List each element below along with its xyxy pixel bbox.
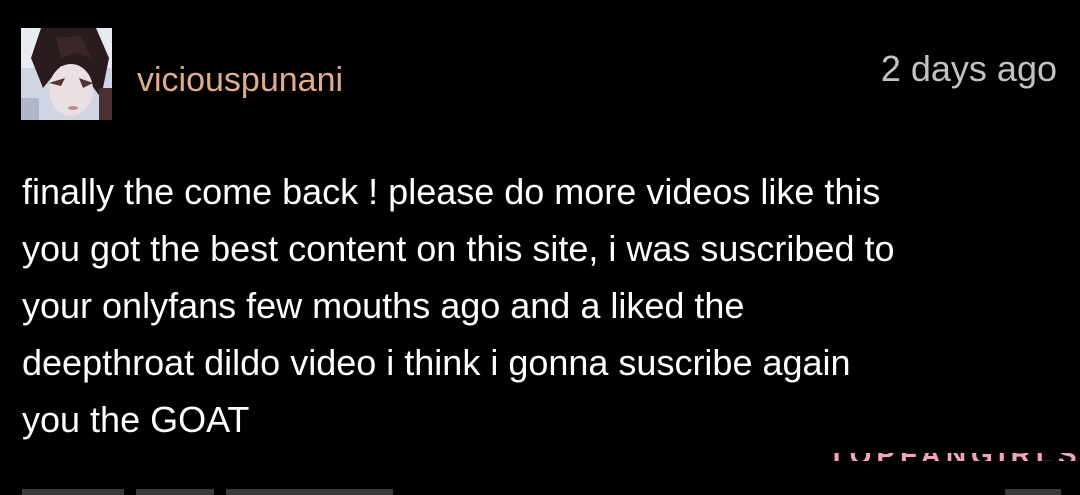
- timestamp: 2 days ago: [880, 48, 1057, 89]
- comment-line: finally the come back ! please do more v…: [22, 171, 881, 212]
- comment-line: you got the best content on this site, i…: [22, 228, 895, 269]
- watermark-text: TOPFANGIRLS: [828, 453, 1078, 461]
- username[interactable]: viciouspunani: [137, 56, 343, 104]
- comment-body: finally the come back ! please do more v…: [22, 163, 1062, 448]
- action-button[interactable]: [136, 489, 214, 495]
- action-button[interactable]: [22, 489, 124, 495]
- avatar-image: [21, 28, 112, 120]
- action-button[interactable]: [1005, 489, 1061, 495]
- comment-line: your onlyfans few mouths ago and a liked…: [22, 285, 745, 326]
- comment-card: viciouspunani 2 days ago finally the com…: [0, 0, 1080, 495]
- action-button[interactable]: [226, 489, 393, 495]
- avatar[interactable]: [21, 28, 112, 120]
- watermark: TOPFANGIRLS: [828, 453, 1078, 461]
- comment-line: deepthroat dildo video i think i gonna s…: [22, 342, 851, 383]
- comment-line: you the GOAT: [22, 399, 250, 440]
